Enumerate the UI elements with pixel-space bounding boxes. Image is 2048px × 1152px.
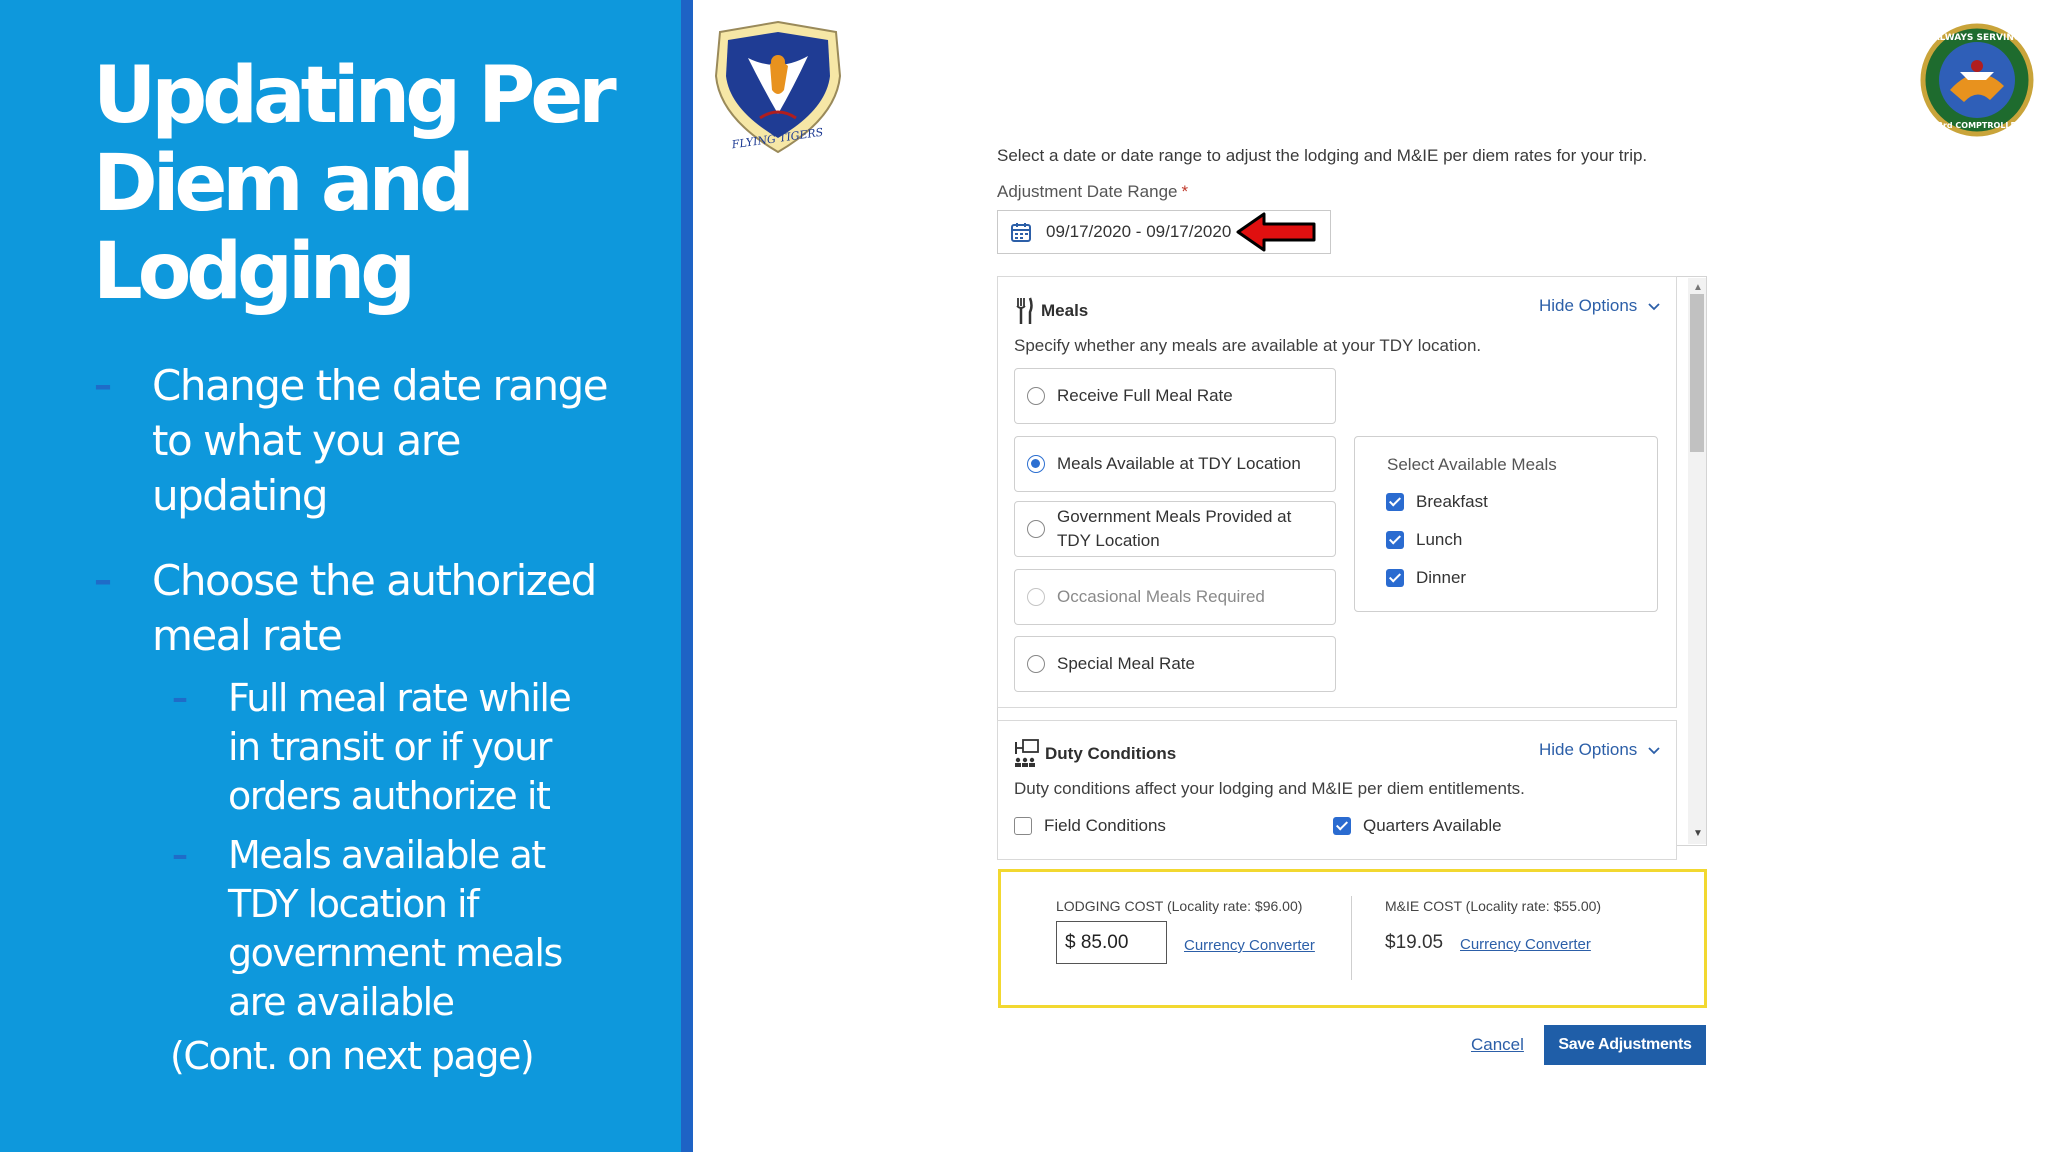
lodging-currency-converter-link[interactable]: Currency Converter xyxy=(1184,937,1315,954)
checkbox-lunch[interactable] xyxy=(1386,531,1404,549)
slide-title-line: Lodging xyxy=(93,227,416,317)
checkbox-lunch-row[interactable]: Lunch xyxy=(1386,530,1462,550)
bullet-line: Full meal rate while xyxy=(228,676,572,720)
mie-cost-title: M&IE COST xyxy=(1385,898,1462,914)
option-government-meals-provided[interactable]: Government Meals Provided at TDY Locatio… xyxy=(1014,501,1336,557)
date-range-value: 09/17/2020 - 09/17/2020 xyxy=(1046,222,1232,241)
option-label: Special Meal Rate xyxy=(1057,654,1195,673)
scroll-up-arrow-icon[interactable]: ▲ xyxy=(1693,282,1703,293)
option-label: Occasional Meals Required xyxy=(1057,587,1265,606)
meals-description: Specify whether any meals are available … xyxy=(1014,336,1482,355)
duty-conditions-description: Duty conditions affect your lodging and … xyxy=(1014,779,1525,798)
checkbox-label: Quarters Available xyxy=(1363,816,1502,835)
checkbox-dinner[interactable] xyxy=(1386,569,1404,587)
duty-conditions-icon xyxy=(1015,739,1039,767)
sub-bullet-full-meal-rate: – Full meal rate while in transit or if … xyxy=(172,674,628,821)
bullet-line: in transit or if your xyxy=(228,725,552,769)
bullet-dash: – xyxy=(94,560,112,601)
mie-cost-value: $19.05 xyxy=(1385,932,1444,953)
option-receive-full-meal-rate[interactable]: Receive Full Meal Rate xyxy=(1014,368,1336,424)
radio-receive-full-meal-rate[interactable] xyxy=(1027,387,1045,405)
bullet-line: orders authorize it xyxy=(228,774,551,818)
bullet-line: Choose the authorized xyxy=(152,556,597,605)
duty-hide-options-label: Hide Options xyxy=(1539,740,1638,759)
duty-conditions-title: Duty Conditions xyxy=(1045,744,1177,763)
checkbox-field-conditions-row[interactable]: Field Conditions xyxy=(1014,816,1166,836)
checkbox-label: Field Conditions xyxy=(1044,816,1166,835)
checkbox-label: Dinner xyxy=(1416,568,1467,587)
bullet-line: government meals xyxy=(228,931,563,975)
option-label-line: Government Meals Provided at xyxy=(1057,507,1292,526)
bullet-line: meal rate xyxy=(152,611,343,660)
continued-note: (Cont. on next page) xyxy=(170,1034,535,1078)
bullet-dash: – xyxy=(172,679,188,717)
option-meals-available-tdy[interactable]: Meals Available at TDY Location xyxy=(1014,436,1336,492)
checkbox-label: Breakfast xyxy=(1416,492,1488,511)
slide-title: Updating Per Diem and Lodging xyxy=(93,52,653,316)
lodging-cost-title: LODGING COST xyxy=(1056,898,1164,914)
option-label: Receive Full Meal Rate xyxy=(1057,386,1233,405)
bullet-line: are available xyxy=(228,980,455,1024)
checkbox-quarters-available-row[interactable]: Quarters Available xyxy=(1333,816,1502,836)
cancel-link[interactable]: Cancel xyxy=(1471,1035,1524,1055)
lodging-cost-label: LODGING COST (Locality rate: $96.00) xyxy=(1056,898,1302,914)
checkbox-label: Lunch xyxy=(1416,530,1463,549)
bullet-line: Change the date range xyxy=(152,361,609,410)
bullet-line: updating xyxy=(152,471,329,520)
fork-knife-icon xyxy=(1016,297,1033,324)
bullet-dash: – xyxy=(94,365,112,406)
bullet-line: TDY location if xyxy=(228,882,479,926)
radio-special-meal-rate[interactable] xyxy=(1027,655,1045,673)
instruction-text: Select a date or date range to adjust th… xyxy=(997,146,1648,165)
option-label: Meals Available at TDY Location xyxy=(1057,454,1301,473)
comptroller-squadron-logo: ALWAYS SERVING 23rd COMPTROLLER xyxy=(1920,23,2034,137)
checkbox-quarters-available[interactable] xyxy=(1333,817,1351,835)
checkbox-breakfast[interactable] xyxy=(1386,493,1404,511)
lodging-cost-input[interactable]: $ 85.00 xyxy=(1056,921,1167,964)
radio-occasional-meals-required[interactable] xyxy=(1027,588,1045,606)
flying-tigers-shield-logo: FLYING TIGERS xyxy=(714,20,842,154)
mie-currency-converter-link[interactable]: Currency Converter xyxy=(1460,936,1591,953)
chevron-down-icon xyxy=(1648,747,1660,755)
bullet-choose-meal-rate: – Choose the authorized meal rate xyxy=(94,553,622,663)
checkbox-breakfast-row[interactable]: Breakfast xyxy=(1386,492,1488,512)
lodging-locality-rate: (Locality rate: $96.00) xyxy=(1166,898,1303,914)
cost-divider xyxy=(1351,896,1352,980)
date-range-label: Adjustment Date Range * xyxy=(997,182,1188,202)
radio-meals-available-tdy[interactable] xyxy=(1027,455,1045,473)
bullet-change-date-range: – Change the date range to what you are … xyxy=(94,358,622,523)
option-label: Government Meals Provided at TDY Locatio… xyxy=(1057,505,1291,553)
chevron-down-icon xyxy=(1648,303,1660,311)
required-mark: * xyxy=(1181,182,1189,201)
scrollbar-thumb[interactable] xyxy=(1690,294,1704,452)
slide-title-line: Updating Per xyxy=(93,51,617,141)
bullet-line: Meals available at xyxy=(228,833,546,877)
select-available-meals-title: Select Available Meals xyxy=(1387,455,1557,474)
calendar-icon[interactable] xyxy=(1010,221,1032,243)
radio-government-meals-provided[interactable] xyxy=(1027,520,1045,538)
save-adjustments-button[interactable]: Save Adjustments xyxy=(1544,1025,1706,1065)
bullet-dash: – xyxy=(172,836,188,874)
option-label-line: TDY Location xyxy=(1057,531,1160,550)
duty-hide-options[interactable]: Hide Options xyxy=(1539,740,1660,760)
bullet-line: to what you are xyxy=(152,416,461,465)
sub-bullet-meals-available: – Meals available at TDY location if gov… xyxy=(172,831,628,1027)
meals-hide-options[interactable]: Hide Options xyxy=(1539,296,1660,316)
comptroller-logo-top-text: ALWAYS SERVING xyxy=(1933,33,2022,43)
mie-cost-label: M&IE COST (Locality rate: $55.00) xyxy=(1385,898,1601,914)
meals-title: Meals xyxy=(1041,301,1089,320)
option-special-meal-rate[interactable]: Special Meal Rate xyxy=(1014,636,1336,692)
meals-hide-options-label: Hide Options xyxy=(1539,296,1638,315)
slide-title-line: Diem and xyxy=(93,139,475,229)
slide-divider-stripe xyxy=(681,0,693,1152)
checkbox-field-conditions[interactable] xyxy=(1014,817,1032,835)
date-range-label-text: Adjustment Date Range xyxy=(997,182,1178,201)
scroll-down-arrow-icon[interactable]: ▼ xyxy=(1693,828,1703,839)
comptroller-logo-bottom-text: 23rd COMPTROLLER xyxy=(1932,121,2022,130)
red-arrow-annotation-date xyxy=(1236,212,1316,252)
checkbox-dinner-row[interactable]: Dinner xyxy=(1386,568,1466,588)
mie-locality-rate: (Locality rate: $55.00) xyxy=(1465,898,1602,914)
option-occasional-meals-required[interactable]: Occasional Meals Required xyxy=(1014,569,1336,625)
